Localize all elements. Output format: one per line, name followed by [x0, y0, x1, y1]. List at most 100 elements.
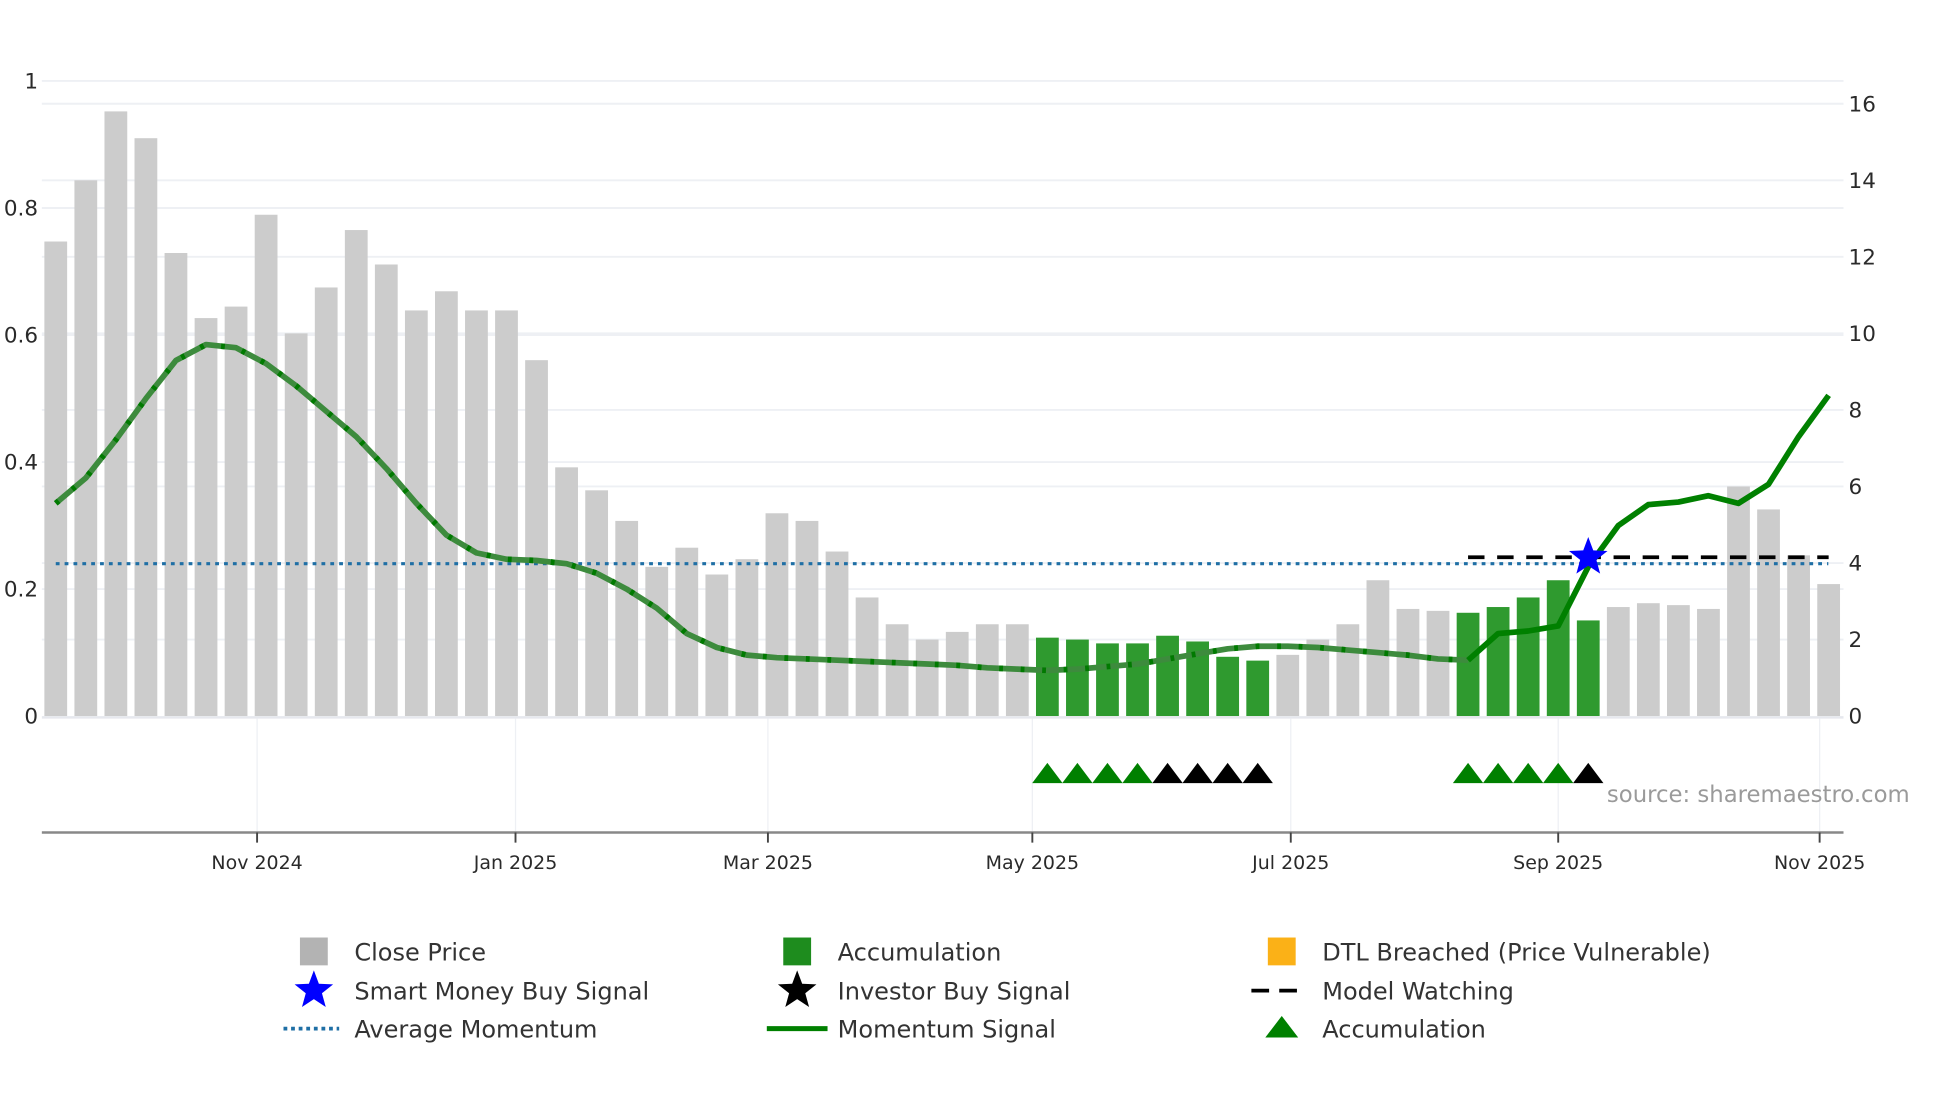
close-price-bar [74, 180, 98, 717]
close-price-bar [855, 597, 879, 717]
legend-label: Average Momentum [354, 1015, 597, 1043]
close-price-bar [1787, 555, 1810, 717]
star-icon [294, 970, 334, 1008]
close-price-bar [134, 138, 158, 717]
investor-triangle [1242, 762, 1273, 784]
accumulation-bar [1516, 597, 1540, 717]
accumulation-triangle [1482, 762, 1514, 784]
x-tick-label: Jul 2025 [1251, 852, 1329, 874]
close-price-bar [1306, 639, 1330, 717]
accumulation-bar [1546, 580, 1570, 717]
close-price-bar [915, 639, 939, 717]
close-price-bar [735, 559, 759, 717]
close-price-bar [44, 241, 68, 717]
close-price-bar [1757, 509, 1780, 717]
accumulation-bar [1096, 643, 1119, 717]
left-tick-label: 0.8 [4, 197, 38, 222]
x-tick-label: Mar 2025 [723, 852, 813, 874]
legend-item: Model Watching [1251, 978, 1514, 1006]
close-price-bar [344, 230, 368, 717]
close-price-bar [645, 566, 669, 717]
legend-item: Accumulation [783, 937, 1001, 966]
close-price-bar [495, 310, 518, 717]
close-price-bar [885, 624, 909, 717]
close-price-bar [194, 318, 218, 717]
triangle-icon [1265, 1015, 1299, 1038]
investor-triangle [1152, 762, 1183, 784]
legend-label: Close Price [354, 938, 486, 966]
price-bars [44, 111, 1841, 717]
close-price-bar [1276, 654, 1300, 717]
close-price-bar [164, 253, 188, 717]
accumulation-bar [1035, 637, 1059, 717]
left-tick-label: 0 [24, 705, 38, 730]
close-price-bar [374, 264, 398, 717]
close-price-bar [1636, 603, 1660, 717]
x-tick-label: Nov 2025 [1774, 852, 1865, 874]
legend-item: Investor Buy Signal [777, 970, 1071, 1008]
close-price-bar [795, 520, 819, 717]
close-price-bar [1697, 608, 1720, 717]
accumulation-bar [1066, 639, 1089, 717]
right-tick-label: 6 [1849, 475, 1863, 500]
x-tick-label: Nov 2024 [211, 852, 302, 874]
close-price-bar [465, 310, 488, 717]
close-price-bar [585, 490, 609, 717]
gridlines [41, 80, 1844, 833]
close-price-bar [1396, 608, 1420, 717]
right-tick-label: 14 [1849, 169, 1876, 194]
close-price-bar [254, 214, 278, 717]
close-price-bar [1817, 584, 1841, 717]
accumulation-triangle [1092, 762, 1123, 784]
right-tick-label: 4 [1849, 552, 1863, 577]
close-price-bar [1606, 607, 1630, 717]
right-tick-label: 12 [1849, 245, 1876, 270]
accumulation-bar [1126, 643, 1149, 717]
legend-label: DTL Breached (Price Vulnerable) [1322, 938, 1711, 966]
accumulation-triangle [1062, 762, 1093, 784]
right-tick-label: 8 [1849, 399, 1863, 424]
right-tick-label: 0 [1849, 705, 1863, 730]
accumulation-bar [1486, 607, 1510, 717]
right-tick-label: 16 [1849, 92, 1876, 117]
left-tick-label: 0.4 [4, 451, 38, 476]
legend-item: Momentum Signal [766, 1015, 1056, 1043]
close-price-bar [525, 360, 548, 717]
right-tick-label: 2 [1849, 628, 1863, 653]
close-price-bar [1366, 580, 1390, 717]
close-price-bar [1727, 486, 1750, 717]
accumulation-triangle [1032, 762, 1063, 784]
legend-item: Close Price [299, 937, 486, 966]
star-icon [777, 970, 817, 1008]
investor-triangle [1182, 762, 1213, 784]
right-tick-label: 10 [1849, 322, 1876, 347]
close-price-bar [435, 291, 458, 717]
close-price-bar [314, 287, 338, 717]
legend-item: DTL Breached (Price Vulnerable) [1267, 937, 1711, 966]
x-tick-label: Jan 2025 [473, 852, 558, 874]
legend-label: Model Watching [1322, 978, 1514, 1006]
investor-triangle [1212, 762, 1243, 784]
accumulation-triangle [1512, 762, 1544, 784]
accumulation-triangle [1122, 762, 1153, 784]
accumulation-triangle [1543, 762, 1574, 784]
legend-label: Momentum Signal [838, 1015, 1056, 1043]
legend-item: Average Momentum [283, 1015, 597, 1043]
source-label: source: sharemaestro.com [1607, 782, 1910, 808]
accumulation-bar [1156, 635, 1179, 717]
legend-item: Smart Money Buy Signal [294, 970, 649, 1008]
close-price-bar [555, 467, 578, 717]
left-tick-label: 0.2 [4, 578, 38, 603]
momentum-chart: Nov 2024 Jan 2025 Mar 2025 May 2025 Jul 2025… [4, 70, 1910, 1044]
close-price-bar [945, 631, 969, 717]
legend: Close Price Accumulation DTL Breached (Pri… [283, 937, 1711, 1043]
close-price-bar [615, 520, 639, 717]
legend-item: Accumulation [1265, 1015, 1486, 1043]
legend-label: Investor Buy Signal [838, 978, 1071, 1006]
close-price-bar [1426, 610, 1450, 717]
accumulation-bar [1246, 660, 1270, 717]
legend-label: Accumulation [1322, 1015, 1486, 1043]
close-price-bar [104, 111, 128, 717]
square-icon [1267, 937, 1296, 966]
accumulation-triangle [1452, 762, 1484, 784]
